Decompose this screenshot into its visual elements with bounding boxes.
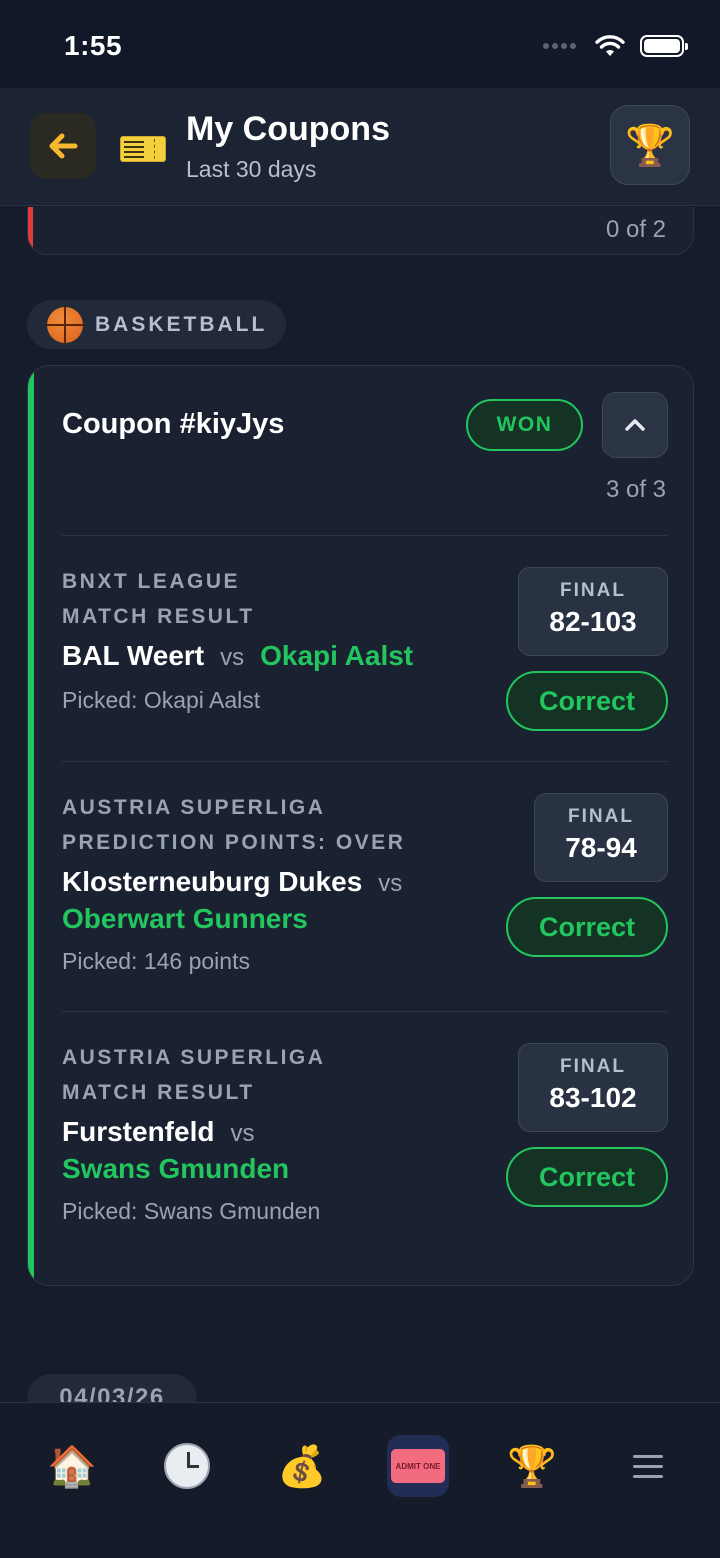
signal-icon: [543, 43, 576, 49]
final-score: 82-103: [549, 606, 637, 637]
trophy-icon: 🏆: [625, 123, 675, 168]
collapse-button[interactable]: [602, 392, 668, 458]
home-team: Klosterneuburg Dukes: [62, 866, 363, 897]
nav-history[interactable]: [156, 1435, 218, 1497]
bottom-nav: 🏠 💰 ADMIT ONE 🏆: [0, 1402, 720, 1558]
clock-icon: [164, 1443, 210, 1489]
concert-ticket-icon: [120, 136, 166, 162]
status-icons: [543, 34, 688, 58]
away-team: Swans Gmunden: [62, 1153, 290, 1184]
back-button[interactable]: [30, 113, 96, 179]
previous-pick-count: 0 of 2: [605, 216, 666, 243]
home-team: Furstenfeld: [62, 1116, 215, 1147]
battery-icon: [640, 35, 688, 57]
vs-label: vs: [378, 870, 403, 897]
final-score-box: FINAL 78-94: [534, 793, 668, 882]
arrow-left-icon: [49, 133, 78, 159]
vs-label: vs: [220, 644, 245, 671]
coupon-list[interactable]: 0 of 2 BASKETBALL Coupon #kiyJys WON 3 o…: [0, 207, 720, 1402]
sport-section-chip: BASKETBALL: [27, 300, 286, 349]
page-header: My Coupons Last 30 days 🏆: [0, 88, 720, 206]
status-time: 1:55: [64, 30, 123, 61]
coupon-title: Coupon #kiyJys: [62, 408, 285, 440]
leaderboard-button[interactable]: 🏆: [610, 105, 690, 185]
status-badge: WON: [466, 399, 583, 451]
nav-coupons[interactable]: ADMIT ONE: [387, 1435, 449, 1497]
final-score: 78-94: [565, 832, 637, 863]
result-badge: Correct: [506, 671, 668, 731]
divider: [62, 1011, 668, 1012]
won-accent-bar: [28, 366, 34, 1285]
home-team: BAL Weert: [62, 640, 205, 671]
app-screen: 1:55 My Coupons Last 30 days 🏆 0 of 2 BA…: [0, 0, 720, 1558]
pick-item: BNXT LEAGUE MATCH RESULT BAL Weert vs Okap…: [62, 564, 668, 764]
status-bar: 1:55: [0, 0, 720, 88]
final-label: FINAL: [560, 580, 626, 601]
page-title: My Coupons: [186, 110, 390, 148]
previous-coupon-card[interactable]: 0 of 2: [27, 207, 694, 255]
pick-item: AUSTRIA SUPERLIGA PREDICTION POINTS: OVE…: [62, 790, 668, 1010]
final-label: FINAL: [568, 806, 634, 827]
admit-ticket-icon: ADMIT ONE: [391, 1449, 445, 1483]
date-section-chip: 04/03/26: [27, 1374, 197, 1402]
pick-item: AUSTRIA SUPERLIGA MATCH RESULT Furstenfe…: [62, 1040, 668, 1260]
nav-money[interactable]: 💰: [271, 1435, 333, 1497]
away-team: Okapi Aalst: [260, 640, 414, 671]
house-icon: 🏠: [47, 1444, 97, 1489]
wifi-icon: [595, 35, 625, 56]
page-subtitle: Last 30 days: [186, 156, 317, 182]
lost-accent-bar: [28, 207, 33, 254]
coupon-pick-count: 3 of 3: [605, 476, 666, 503]
chevron-up-icon: [625, 419, 645, 431]
sport-label: BASKETBALL: [95, 312, 268, 336]
divider: [62, 535, 668, 536]
nav-leaderboard[interactable]: 🏆: [501, 1435, 563, 1497]
final-score-box: FINAL 82-103: [518, 567, 668, 656]
basketball-icon: [47, 306, 83, 343]
nav-home[interactable]: 🏠: [41, 1435, 103, 1497]
trophy-icon: 🏆: [507, 1444, 557, 1489]
divider: [62, 761, 668, 762]
money-bag-icon: 💰: [277, 1444, 327, 1489]
away-team: Oberwart Gunners: [62, 903, 308, 934]
final-label: FINAL: [560, 1056, 626, 1077]
final-score-box: FINAL 83-102: [518, 1043, 668, 1132]
nav-menu[interactable]: [617, 1435, 679, 1497]
menu-icon: [633, 1454, 663, 1478]
result-badge: Correct: [506, 1147, 668, 1207]
vs-label: vs: [230, 1120, 255, 1147]
coupon-card[interactable]: Coupon #kiyJys WON 3 of 3 BNXT LEAGUE MA…: [27, 365, 694, 1286]
final-score: 83-102: [549, 1082, 637, 1113]
result-badge: Correct: [506, 897, 668, 957]
